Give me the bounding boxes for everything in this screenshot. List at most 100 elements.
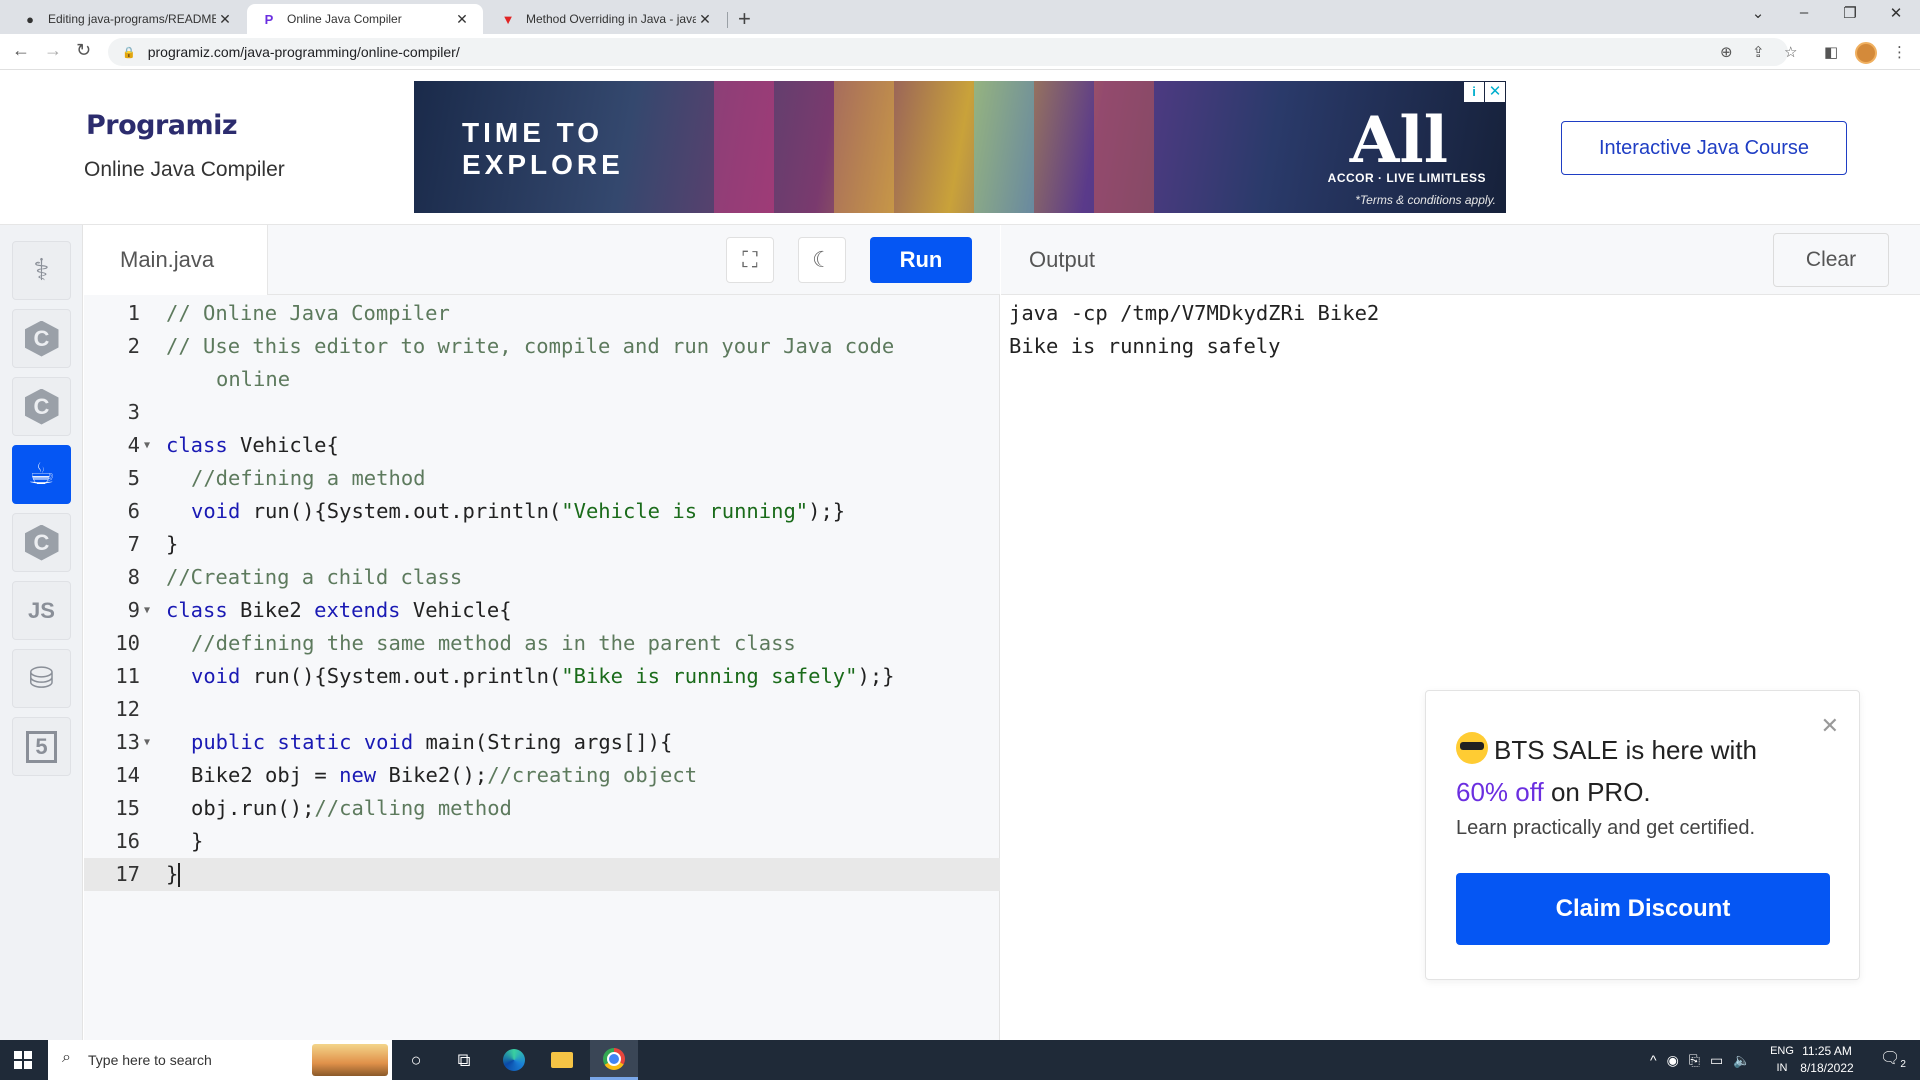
fullscreen-icon: ⛶ [742, 247, 758, 272]
javatpoint-icon: ▼ [501, 11, 515, 27]
output-line: Bike is running safely [1009, 334, 1281, 358]
forward-icon[interactable]: → [44, 40, 62, 61]
code-line[interactable]: 6 void run(){System.out.println("Vehicle… [84, 495, 1000, 528]
taskbar-clock[interactable]: 11:25 AM 8/18/2022 [1792, 1043, 1862, 1077]
browser-tab-programiz[interactable]: P Online Java Compiler ✕ [247, 4, 483, 34]
code-line[interactable]: 4 ▼ class Vehicle{ [84, 429, 1000, 462]
javascript-icon: JS [28, 597, 55, 623]
bookmark-star-icon[interactable]: ☆ [1784, 43, 1797, 61]
taskbar-search-box[interactable]: ⌕ Type here to search [48, 1040, 392, 1080]
close-tab-icon[interactable]: ✕ [216, 11, 234, 28]
programiz-icon: P [264, 11, 274, 27]
sunglasses-emoji-icon [1456, 732, 1488, 764]
code-line[interactable]: 2 // Use this editor to write, compile a… [84, 330, 1000, 363]
sidebar-item-sql[interactable]: ⛁ [12, 649, 71, 708]
fold-arrow-icon[interactable]: ▼ [144, 726, 150, 759]
code-line[interactable]: 14 Bike2 obj = new Bike2();//creating ob… [84, 759, 1000, 792]
menu-dots-icon[interactable]: ⋮ [1892, 43, 1907, 61]
volume-icon[interactable]: 🔈 [1733, 1052, 1750, 1069]
code-line[interactable]: 16 } [84, 825, 1000, 858]
sidebar-item-python[interactable]: ⚕ [12, 241, 71, 300]
code-text: class Bike2 extends Vehicle{ [166, 598, 512, 622]
edge-icon [503, 1049, 525, 1071]
tab-search-icon[interactable]: ⌄ [1738, 4, 1778, 22]
sidebar-item-html[interactable]: 5 [12, 717, 71, 776]
run-button[interactable]: Run [870, 237, 972, 283]
notification-icon[interactable]: 🗨2 [1880, 1048, 1906, 1070]
sidebar-item-javascript[interactable]: JS [12, 581, 71, 640]
browser-tab-javatpoint[interactable]: ▼ Method Overriding in Java - javatpoint… [486, 4, 726, 34]
code-editor[interactable]: 1 // Online Java Compiler 2 // Use this … [84, 295, 1000, 1040]
moon-icon: ☾ [812, 247, 832, 272]
code-line[interactable]: 8 //Creating a child class [84, 561, 1000, 594]
reload-icon[interactable]: ↻ [76, 40, 91, 61]
minimize-icon[interactable]: – [1784, 4, 1824, 21]
meet-icon[interactable]: ⎘ [1689, 1052, 1700, 1069]
file-tab-main-java[interactable]: Main.java [84, 225, 268, 295]
windows-start-icon[interactable] [14, 1051, 32, 1069]
python-icon: ⚕ [33, 254, 50, 287]
ad-info-icon[interactable]: i [1464, 82, 1484, 102]
sidebar-item-java[interactable]: ☕ [12, 445, 71, 504]
code-line[interactable]: 12 [84, 693, 1000, 726]
code-line[interactable]: 1 // Online Java Compiler [84, 297, 1000, 330]
windows-taskbar: ⌕ Type here to search ○ ⧉ ^ ◉ ⎘ ▭ 🔈 ENG … [0, 1040, 1920, 1080]
interactive-java-course-button[interactable]: Interactive Java Course [1561, 121, 1847, 175]
code-line-wrap[interactable]: online [84, 363, 1000, 396]
promo-popup: ✕ BTS SALE is here with 60% off on PRO. … [1425, 690, 1860, 980]
code-line-current[interactable]: 17 } [84, 858, 1000, 891]
fold-arrow-icon[interactable]: ▼ [144, 429, 150, 462]
url-field[interactable]: 🔒 programiz.com/java-programming/online-… [108, 38, 1788, 66]
ad-brand-logo: All [1349, 103, 1448, 178]
code-text: obj.run();//calling method [191, 796, 512, 820]
chevron-up-icon[interactable]: ^ [1650, 1052, 1657, 1068]
record-icon[interactable]: ◉ [1667, 1052, 1679, 1069]
code-line[interactable]: 7 } [84, 528, 1000, 561]
advertisement-banner[interactable]: TIME TO EXPLORE All ACCOR · LIVE LIMITLE… [414, 81, 1506, 213]
code-line[interactable]: 9 ▼ class Bike2 extends Vehicle{ [84, 594, 1000, 627]
code-text: class Vehicle{ [166, 433, 339, 457]
ad-close-icon[interactable]: ✕ [1485, 82, 1505, 102]
back-icon[interactable]: ← [12, 40, 30, 61]
system-tray: ^ ◉ ⎘ ▭ 🔈 [1650, 1040, 1751, 1080]
page-subtitle: Online Java Compiler [84, 158, 285, 181]
browser-tab-github[interactable]: ● Editing java-programs/README.md ✕ [8, 4, 246, 34]
fullscreen-button[interactable]: ⛶ [726, 237, 774, 283]
profile-avatar[interactable] [1855, 42, 1877, 64]
code-line[interactable]: 15 obj.run();//calling method [84, 792, 1000, 825]
code-line[interactable]: 10 //defining the same method as in the … [84, 627, 1000, 660]
close-tab-icon[interactable]: ✕ [696, 11, 714, 28]
sidebar-item-cpp[interactable]: C [12, 377, 71, 436]
programiz-logo[interactable]: Programiz [86, 110, 238, 141]
restore-icon[interactable]: ❐ [1830, 4, 1870, 22]
cortana-icon[interactable]: ○ [392, 1040, 440, 1080]
side-panel-icon[interactable]: ◧ [1824, 43, 1838, 61]
task-view-icon[interactable]: ⧉ [440, 1040, 488, 1080]
code-line[interactable]: 11 void run(){System.out.println("Bike i… [84, 660, 1000, 693]
sidebar-item-csharp[interactable]: C [12, 513, 71, 572]
dark-mode-button[interactable]: ☾ [798, 237, 846, 283]
code-line[interactable]: 3 [84, 396, 1000, 429]
close-tab-icon[interactable]: ✕ [453, 11, 471, 28]
sidebar-item-c[interactable]: C [12, 309, 71, 368]
code-line[interactable]: 13 ▼ public static void main(String args… [84, 726, 1000, 759]
share-icon[interactable]: ⇪ [1752, 43, 1765, 61]
github-icon: ● [26, 11, 34, 27]
taskbar-chrome[interactable] [590, 1040, 638, 1080]
claim-discount-button[interactable]: Claim Discount [1456, 873, 1830, 945]
clear-button[interactable]: Clear [1773, 233, 1889, 287]
output-line: java -cp /tmp/V7MDkydZRi Bike2 [1009, 301, 1380, 325]
java-icon: ☕ [28, 458, 55, 491]
network-icon[interactable]: ▭ [1710, 1052, 1723, 1069]
taskbar-file-explorer[interactable] [538, 1040, 586, 1080]
close-window-icon[interactable]: ✕ [1876, 4, 1916, 22]
site-header: Programiz Online Java Compiler TIME TO E… [0, 70, 1920, 225]
text-cursor [178, 863, 181, 887]
fold-arrow-icon[interactable]: ▼ [144, 594, 150, 627]
zoom-icon[interactable]: ⊕ [1720, 43, 1733, 61]
taskbar-edge[interactable] [490, 1040, 538, 1080]
new-tab-icon[interactable]: + [738, 6, 751, 32]
ad-light-stripe [714, 81, 774, 213]
code-line[interactable]: 5 //defining a method [84, 462, 1000, 495]
search-icon: ⌕ [62, 1049, 71, 1066]
